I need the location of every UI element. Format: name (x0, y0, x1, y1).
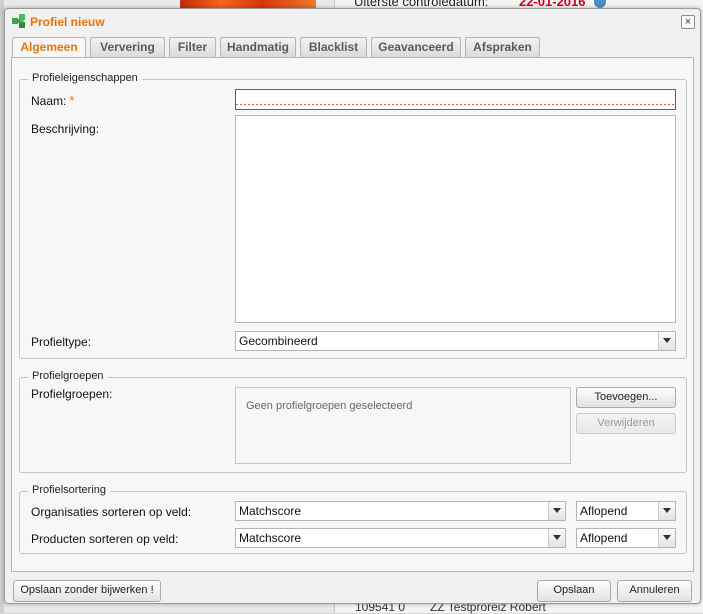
groups-empty-text: Geen profielgroepen geselecteerd (246, 400, 413, 412)
save-button[interactable]: Opslaan (537, 580, 611, 602)
sorting-fieldset: Profielsortering Organisaties sorteren o… (19, 484, 687, 554)
tab-filter[interactable]: Filter (169, 37, 216, 58)
prod-sort-label: Producten sorteren op veld: (31, 532, 179, 546)
chevron-down-icon[interactable] (548, 529, 565, 547)
properties-fieldset: Profieleigenschappen Naam: * Beschrijving… (19, 72, 687, 359)
description-label: Beschrijving: (31, 122, 100, 136)
close-button[interactable]: × (681, 15, 695, 29)
groups-legend: Profielgroepen (28, 370, 108, 382)
type-select-value: Gecombineerd (239, 334, 318, 348)
chevron-down-icon[interactable] (658, 332, 675, 350)
tab-blacklist[interactable]: Blacklist (300, 37, 367, 58)
org-sort-order-value: Aflopend (580, 504, 628, 518)
prod-sort-order-select[interactable]: Aflopend (576, 528, 676, 548)
groups-label: Profielgroepen: (31, 387, 113, 401)
puzzle-icon (12, 14, 25, 28)
groups-listbox[interactable]: Geen profielgroepen geselecteerd (235, 387, 571, 464)
required-marker: * (69, 93, 75, 108)
prod-sort-field-select[interactable]: Matchscore (235, 528, 566, 548)
org-sort-label: Organisaties sorteren op veld: (31, 505, 192, 519)
chevron-down-icon[interactable] (548, 502, 565, 520)
properties-legend: Profieleigenschappen (28, 72, 142, 84)
prod-sort-order-value: Aflopend (580, 531, 628, 545)
name-label: Naam: * (31, 93, 74, 108)
type-label: Profieltype: (31, 335, 92, 349)
remove-group-button[interactable]: Verwijderen (576, 413, 676, 434)
chevron-down-icon[interactable] (658, 502, 675, 520)
tab-ververing[interactable]: Ververing (90, 37, 165, 58)
tab-algemeen[interactable]: Algemeen (12, 37, 86, 59)
tab-handmatig[interactable]: Handmatig (220, 37, 296, 58)
name-input[interactable] (235, 89, 676, 110)
description-textarea[interactable] (235, 115, 676, 323)
org-sort-field-value: Matchscore (239, 504, 302, 518)
profile-dialog: Profiel nieuw × Algemeen Ververing Filte… (4, 8, 701, 604)
type-select[interactable]: Gecombineerd (235, 331, 676, 351)
org-sort-field-select[interactable]: Matchscore (235, 501, 566, 521)
prod-sort-field-value: Matchscore (239, 531, 302, 545)
tab-geavanceerd[interactable]: Geavanceerd (371, 37, 461, 58)
tab-content: Profieleigenschappen Naam: * Beschrijving… (11, 57, 694, 572)
chevron-down-icon[interactable] (658, 529, 675, 547)
dialog-title: Profiel nieuw (30, 15, 105, 29)
name-label-text: Naam: (31, 94, 67, 108)
sorting-legend: Profielsortering (28, 484, 110, 496)
add-group-button[interactable]: Toevoegen... (576, 387, 676, 408)
org-sort-order-select[interactable]: Aflopend (576, 501, 676, 521)
tab-afspraken[interactable]: Afspraken (465, 37, 540, 58)
dialog-titlebar: Profiel nieuw × (5, 9, 700, 35)
cancel-button[interactable]: Annuleren (617, 580, 692, 602)
save-without-update-button[interactable]: Opslaan zonder bijwerken ! (13, 580, 161, 602)
groups-fieldset: Profielgroepen Profielgroepen: Geen prof… (19, 370, 687, 473)
